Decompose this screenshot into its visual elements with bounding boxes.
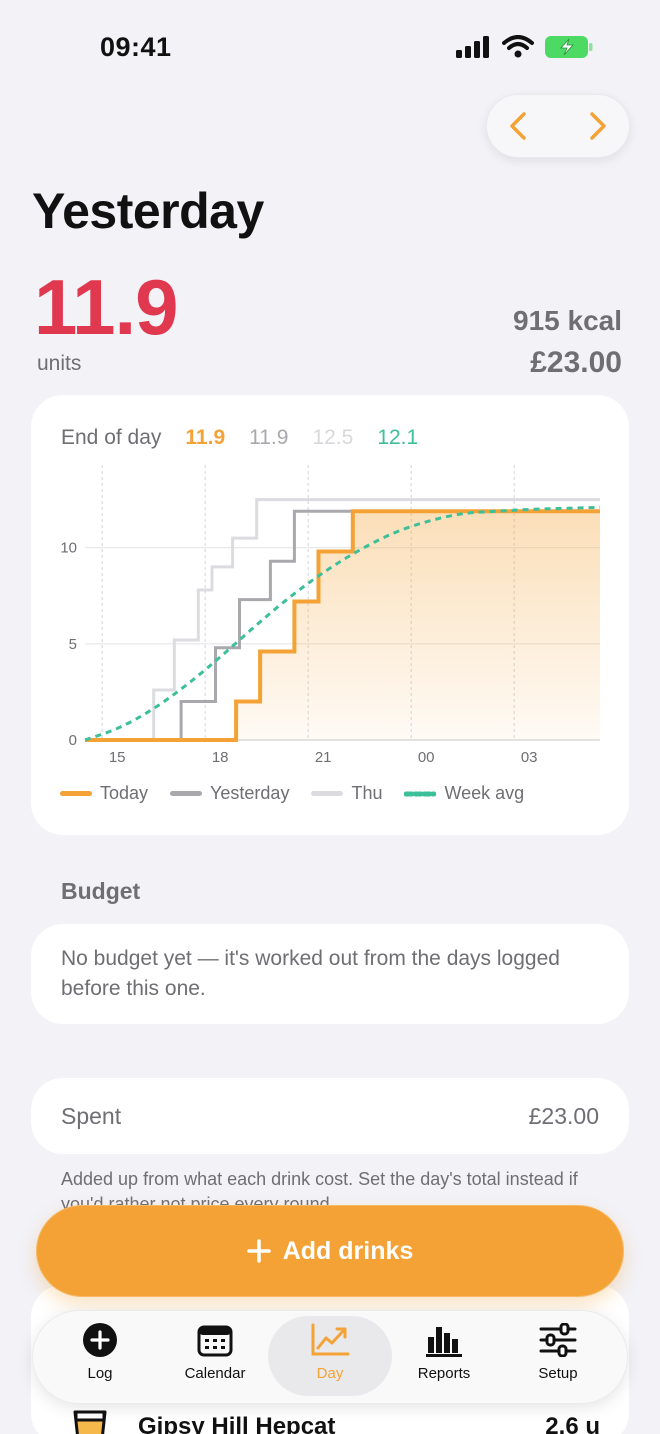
budget-card[interactable]: No budget yet — it's worked out from the… (31, 924, 629, 1024)
status-time: 09:41 (100, 32, 172, 62)
add-drinks-label: Add drinks (282, 1236, 414, 1265)
drink-units: 2.6 u (545, 1413, 600, 1434)
tab-setup[interactable]: Setup (503, 1320, 613, 1396)
legend-yesterday: Yesterday (170, 783, 289, 804)
sliders-icon (539, 1323, 577, 1357)
legend-yesterday-label: Yesterday (210, 783, 290, 803)
bar-chart-icon (426, 1327, 462, 1357)
units-total: 11.9 (34, 263, 179, 351)
drink-name[interactable]: Gipsy Hill Hepcat (138, 1413, 335, 1434)
end-of-day-week-avg: 12.1 (377, 426, 419, 449)
x-tick-label: 03 (521, 749, 538, 766)
chevron-left-icon (510, 112, 526, 140)
x-tick-label: 15 (109, 749, 126, 766)
legend-today-swatch (60, 791, 92, 796)
tab-calendar[interactable]: Calendar (160, 1320, 270, 1396)
x-tick-label: 00 (418, 749, 435, 766)
end-of-day-row: End of day 11.9 11.9 12.5 12.1 (61, 426, 418, 450)
page-title: Yesterday (32, 183, 264, 239)
wifi-icon (502, 35, 534, 58)
end-of-day-today: 11.9 (185, 426, 226, 449)
next-day-button[interactable] (586, 111, 610, 141)
previous-day-button[interactable] (506, 111, 530, 141)
tab-reports[interactable]: Reports (389, 1320, 499, 1396)
spent-label: Spent (61, 1102, 122, 1129)
beer-glass-icon (72, 1410, 108, 1434)
legend-week-avg-label: Week avg (444, 783, 525, 803)
today-area (85, 511, 600, 740)
date-nav-pill (486, 94, 630, 158)
signal-icon (456, 36, 489, 58)
end-of-day-thu: 12.5 (312, 426, 354, 449)
legend-yesterday-swatch (170, 791, 203, 796)
legend-thu: Thu (311, 783, 382, 804)
calendar-icon (197, 1325, 233, 1357)
budget-text: No budget yet — it's worked out from the… (61, 947, 560, 1000)
legend-week-swatch (404, 791, 437, 796)
units-label: units (37, 352, 82, 375)
tab-day[interactable]: Day (275, 1320, 385, 1396)
chevron-right-icon (590, 112, 606, 140)
legend-today-label: Today (100, 783, 149, 803)
x-tick-label: 21 (315, 749, 332, 766)
end-of-day-yesterday: 11.9 (249, 426, 289, 449)
tab-reports-label: Reports (417, 1365, 471, 1382)
money-total: £23.00 (530, 346, 622, 379)
legend-thu-label: Thu (351, 783, 383, 803)
spent-value: £23.00 (528, 1102, 599, 1129)
x-tick-label: 18 (212, 749, 229, 766)
battery-icon (545, 36, 593, 58)
chart-legend: Today Yesterday Thu Week avg (60, 783, 524, 804)
tab-log[interactable]: Log (45, 1320, 155, 1396)
tab-setup-label: Setup (538, 1365, 578, 1382)
legend-today: Today (60, 783, 148, 804)
units-chart: 0 5 10 15 18 21 00 03 (60, 465, 601, 766)
tab-log-label: Log (87, 1365, 113, 1382)
plus-circle-icon (83, 1323, 117, 1357)
y-tick-label: 0 (69, 732, 77, 749)
tab-day-label: Day (316, 1365, 344, 1382)
plus-icon (246, 1239, 271, 1263)
tab-calendar-label: Calendar (184, 1365, 246, 1382)
y-tick-label: 5 (69, 636, 77, 653)
end-of-day-label: End of day (61, 426, 162, 449)
legend-thu-swatch (311, 791, 344, 796)
legend-week-avg: Week avg (404, 783, 524, 804)
add-drinks-button[interactable]: Add drinks (36, 1205, 624, 1297)
status-icons (456, 34, 594, 60)
y-tick-label: 10 (60, 540, 77, 557)
budget-title: Budget (61, 878, 141, 904)
spent-row[interactable]: Spent £23.00 (31, 1078, 629, 1154)
kcal-total: 915 kcal (513, 305, 622, 336)
trend-chart-icon (311, 1323, 350, 1356)
